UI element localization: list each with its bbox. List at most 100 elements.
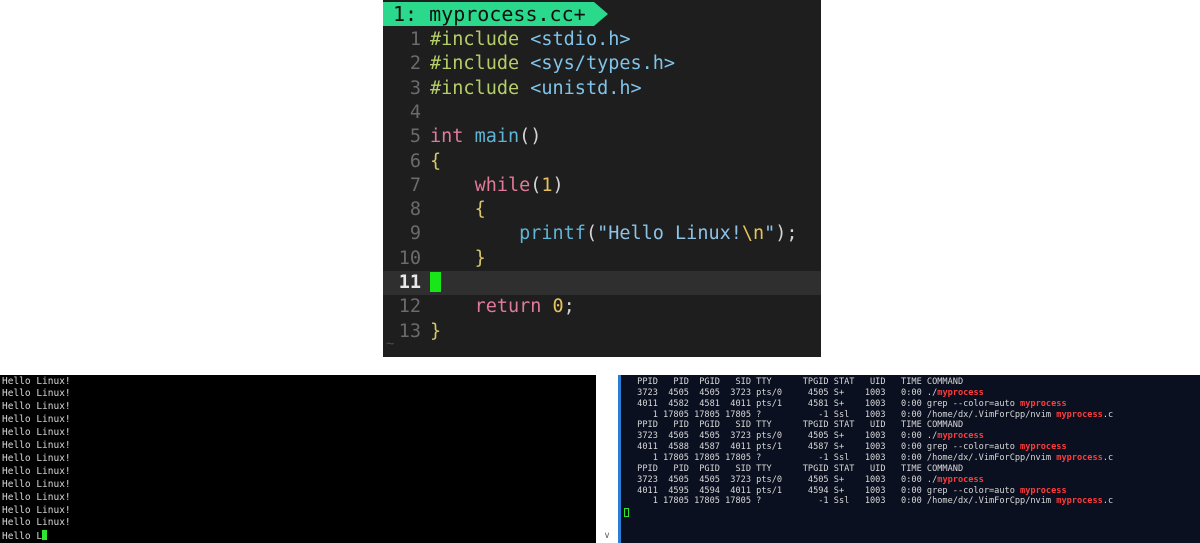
code-token: #include bbox=[430, 53, 531, 75]
ps-text: 1 17805 17805 17805 ? -1 Ssl 1003 0:00 /… bbox=[632, 452, 1057, 463]
line-number: 4 bbox=[409, 101, 421, 123]
ps-row: 1 17805 17805 17805 ? -1 Ssl 1003 0:00 /… bbox=[632, 496, 1114, 507]
text-cursor bbox=[430, 272, 441, 292]
partial-text: Hello L bbox=[2, 531, 43, 543]
ps-row: 1 17805 17805 17805 ? -1 Ssl 1003 0:00 /… bbox=[632, 409, 1114, 421]
vim-editor[interactable]: 1: myprocess.cc+ 1 #include <stdio.h> 2 #in… bbox=[383, 0, 821, 357]
ps-text: 3723 4505 4505 3723 pts/0 4505 S+ 1003 0… bbox=[632, 387, 938, 398]
line-code: } bbox=[430, 247, 486, 271]
ps-row: 4011 4588 4587 4011 pts/1 4587 S+ 1003 0… bbox=[632, 442, 1067, 453]
line-number: 3 bbox=[409, 77, 421, 99]
grep-match: myprocess bbox=[1020, 442, 1067, 453]
ps-output-terminal[interactable]: PPID PID PGID SID TTY TPGID STAT UID TIM… bbox=[618, 375, 1200, 543]
line-code: int main() bbox=[430, 125, 541, 149]
code-token: } bbox=[430, 320, 442, 342]
line-number: 6 bbox=[409, 150, 421, 172]
ps-text: PPID PID PGID SID TTY TPGID STAT UID TIM… bbox=[632, 463, 964, 474]
code-token: 1 bbox=[541, 174, 553, 196]
line-number: 2 bbox=[409, 53, 421, 75]
code-token: <sys/types.h> bbox=[530, 53, 676, 75]
line-code: { bbox=[430, 150, 441, 174]
ps-row: PPID PID PGID SID TTY TPGID STAT UID TIM… bbox=[632, 464, 963, 475]
code-token: ); bbox=[775, 223, 798, 245]
code-line[interactable]: 11 bbox=[383, 271, 821, 296]
line-code: return 0; bbox=[430, 295, 575, 319]
code-token: int bbox=[430, 126, 475, 148]
ps-row: PPID PID PGID SID TTY TPGID STAT UID TIM… bbox=[632, 377, 963, 388]
grep-match: myprocess bbox=[937, 431, 984, 442]
grep-match: myprocess bbox=[1056, 409, 1103, 420]
prompt-line[interactable] bbox=[624, 508, 629, 519]
code-line[interactable]: 5 int main() bbox=[383, 125, 821, 149]
line-code bbox=[430, 271, 441, 295]
line-number: 11 bbox=[398, 272, 421, 293]
code-line[interactable]: 6{ bbox=[383, 150, 821, 174]
ps-text: 1 17805 17805 17805 ? -1 Ssl 1003 0:00 /… bbox=[632, 409, 1057, 420]
ps-row: PPID PID PGID SID TTY TPGID STAT UID TIM… bbox=[632, 420, 963, 431]
code-token: ; bbox=[563, 296, 575, 318]
output-line-partial: Hello L bbox=[2, 530, 48, 543]
grep-match: myprocess bbox=[1056, 452, 1103, 463]
line-code: } bbox=[430, 320, 441, 344]
scroll-down-icon[interactable]: ∨ bbox=[602, 531, 612, 541]
code-line[interactable]: 8 { bbox=[383, 198, 821, 222]
code-token: "Hello Linux! bbox=[597, 223, 742, 245]
output-line: Hello Linux! bbox=[2, 375, 71, 387]
code-token: } bbox=[474, 247, 486, 269]
scrollbar[interactable]: ∨ bbox=[596, 375, 618, 543]
output-line: Hello Linux! bbox=[2, 414, 71, 426]
code-token: ( bbox=[585, 223, 598, 245]
line-number: 8 bbox=[409, 199, 421, 221]
ps-text: .c bbox=[1102, 496, 1114, 507]
code-token: ( bbox=[530, 174, 542, 196]
output-line: Hello Linux! bbox=[2, 478, 71, 490]
line-code: #include <stdio.h> bbox=[430, 28, 631, 52]
grep-match: myprocess bbox=[937, 387, 984, 398]
code-token: <stdio.h> bbox=[530, 29, 631, 50]
grep-match: myprocess bbox=[1020, 485, 1067, 496]
line-number: 7 bbox=[409, 174, 421, 196]
code-line[interactable]: 10 } bbox=[383, 247, 821, 271]
ps-row: 1 17805 17805 17805 ? -1 Ssl 1003 0:00 /… bbox=[632, 452, 1114, 464]
vim-tabline: 1: myprocess.cc+ bbox=[383, 0, 821, 28]
ps-text: .c bbox=[1102, 452, 1114, 463]
code-line[interactable]: 12 return 0; bbox=[383, 295, 821, 319]
grep-match: myprocess bbox=[937, 474, 984, 485]
code-token: () bbox=[519, 126, 542, 148]
ps-text: 4011 4588 4587 4011 pts/1 4587 S+ 1003 0… bbox=[632, 442, 1021, 453]
tab-myprocess[interactable]: 1: myprocess.cc+ bbox=[383, 2, 608, 26]
code-token: ) bbox=[552, 174, 564, 196]
code-token: 0 bbox=[552, 296, 564, 318]
code-line[interactable]: 3 #include <unistd.h> bbox=[383, 77, 821, 101]
code-token: #include bbox=[430, 77, 531, 99]
line-number: 9 bbox=[409, 223, 421, 245]
code-token: printf bbox=[519, 223, 586, 245]
pane-border bbox=[618, 375, 621, 543]
line-number: 5 bbox=[409, 126, 421, 148]
grep-match: myprocess bbox=[1056, 496, 1103, 507]
ps-row: 3723 4505 4505 3723 pts/0 4505 S+ 1003 0… bbox=[632, 388, 984, 399]
ps-text: 1 17805 17805 17805 ? -1 Ssl 1003 0:00 /… bbox=[632, 496, 1057, 507]
line-number: 12 bbox=[398, 296, 421, 318]
code-line[interactable]: 13} bbox=[383, 320, 821, 344]
ps-row: 3723 4505 4505 3723 pts/0 4505 S+ 1003 0… bbox=[632, 431, 984, 442]
code-token: return bbox=[474, 296, 553, 318]
code-line[interactable]: 9 printf("Hello Linux!\n"); bbox=[383, 222, 821, 246]
code-line[interactable]: 2 #include <sys/types.h> bbox=[383, 52, 821, 76]
code-line[interactable]: 4 bbox=[383, 101, 821, 125]
line-code: #include <sys/types.h> bbox=[430, 52, 675, 76]
program-output-terminal[interactable]: Hello Linux! Hello Linux! Hello Linux! Hell… bbox=[0, 375, 596, 543]
line-number: 10 bbox=[398, 247, 421, 269]
ps-text: PPID PID PGID SID TTY TPGID STAT UID TIM… bbox=[632, 377, 964, 387]
terminal-cursor bbox=[624, 508, 629, 518]
code-line[interactable]: 1 #include <stdio.h> bbox=[383, 28, 821, 52]
grep-match: myprocess bbox=[1020, 398, 1067, 409]
ps-text: PPID PID PGID SID TTY TPGID STAT UID TIM… bbox=[632, 420, 964, 431]
code-line[interactable]: 7 while(1) bbox=[383, 174, 821, 198]
code-token: #include bbox=[430, 29, 531, 50]
